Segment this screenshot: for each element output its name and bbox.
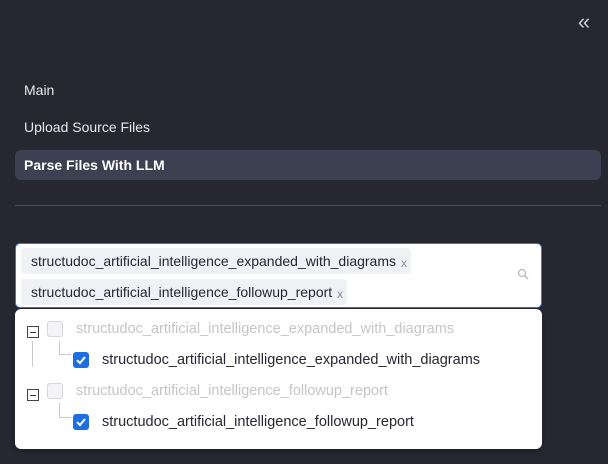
group-checkbox[interactable]: [47, 321, 63, 337]
nav-item-label: Parse Files With LLM: [24, 157, 165, 173]
search-icon[interactable]: [517, 268, 529, 280]
sidebar: « Main Upload Source Files Parse Files W…: [0, 0, 608, 464]
double-chevron-left-icon: «: [577, 9, 591, 34]
selected-tag: structudoc_artificial_intelligence_follo…: [21, 279, 348, 305]
tree-connector: [59, 417, 71, 418]
child-checkbox-checked[interactable]: [73, 414, 89, 430]
tree-group-row[interactable]: structudoc_artificial_intelligence_expan…: [47, 321, 454, 337]
tag-label: structudoc_artificial_intelligence_follo…: [31, 284, 333, 300]
nav-item-main[interactable]: Main: [15, 75, 601, 105]
collapse-group-icon[interactable]: [27, 389, 39, 401]
sidebar-divider: [15, 205, 601, 206]
tree-child-row[interactable]: structudoc_artificial_intelligence_expan…: [73, 352, 480, 368]
remove-tag-icon[interactable]: x: [401, 256, 407, 270]
nav-item-label: Main: [24, 82, 55, 98]
tag-label: structudoc_artificial_intelligence_expan…: [31, 253, 396, 269]
checkmark-icon: [76, 356, 86, 365]
selected-tag: structudoc_artificial_intelligence_expan…: [21, 248, 411, 274]
child-checkbox-checked[interactable]: [73, 352, 89, 368]
tree-group-label: structudoc_artificial_intelligence_follo…: [76, 383, 388, 399]
nav-item-label: Upload Source Files: [24, 119, 151, 135]
tree-connector: [59, 403, 60, 417]
checkmark-icon: [76, 418, 86, 427]
tree-dropdown: structudoc_artificial_intelligence_expan…: [15, 309, 542, 449]
group-checkbox[interactable]: [47, 383, 63, 399]
tree-group-row[interactable]: structudoc_artificial_intelligence_follo…: [47, 383, 388, 399]
nav-item-upload-source-files[interactable]: Upload Source Files: [15, 112, 601, 142]
file-multiselect[interactable]: structudoc_artificial_intelligence_expan…: [15, 243, 542, 308]
tree-child-label: structudoc_artificial_intelligence_expan…: [102, 352, 481, 368]
tree-connector: [32, 341, 33, 367]
collapse-group-icon[interactable]: [27, 326, 39, 338]
tree-child-row[interactable]: structudoc_artificial_intelligence_follo…: [73, 414, 414, 430]
tree-child-label: structudoc_artificial_intelligence_follo…: [102, 414, 414, 430]
tree-connector: [59, 341, 60, 354]
collapse-sidebar-button[interactable]: «: [573, 9, 595, 34]
remove-tag-icon[interactable]: x: [337, 287, 343, 301]
tree-connector: [59, 354, 71, 355]
tree-group-label: structudoc_artificial_intelligence_expan…: [76, 321, 455, 337]
nav-item-parse-files-with-llm[interactable]: Parse Files With LLM: [15, 150, 601, 180]
